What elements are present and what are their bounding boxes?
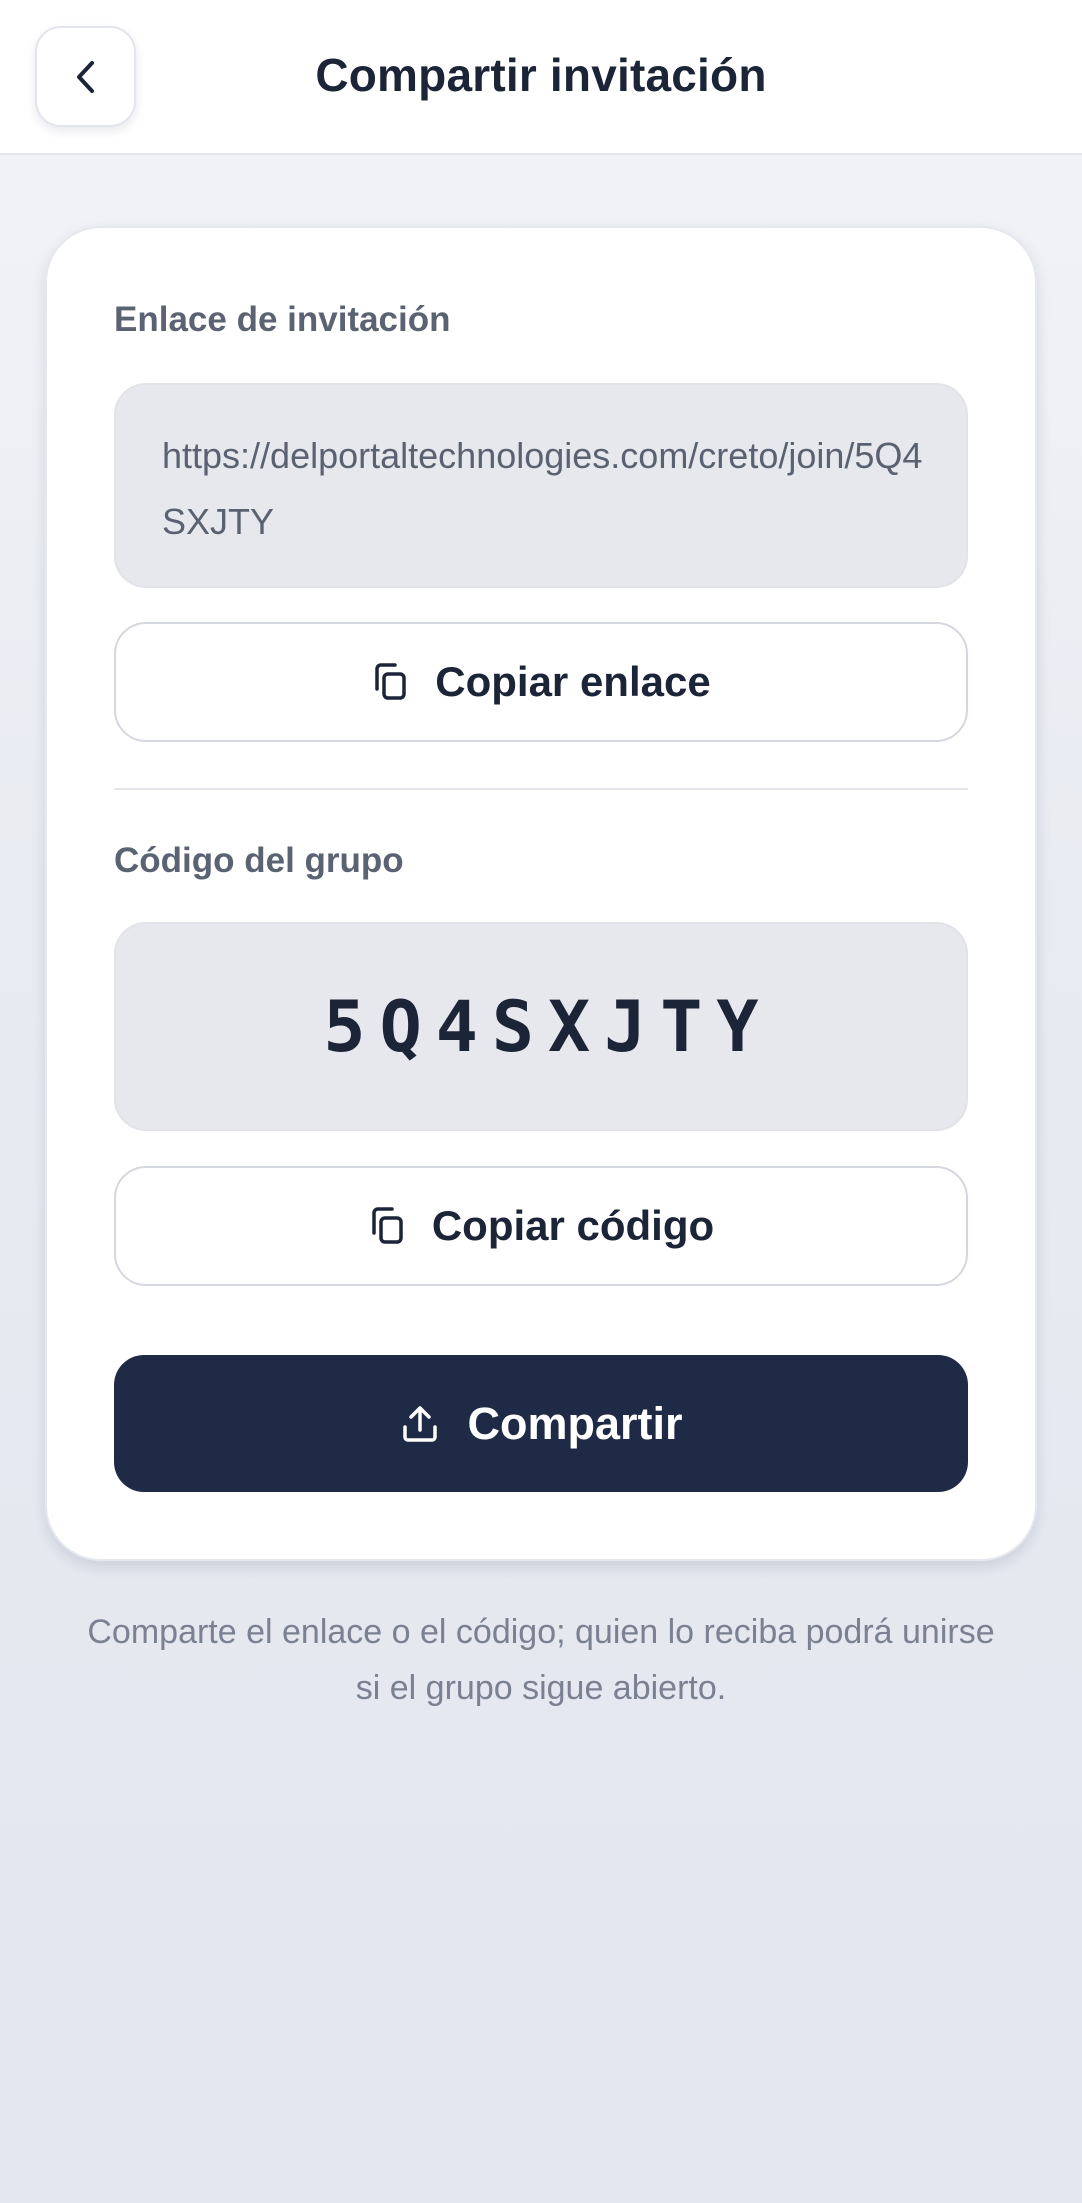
- group-code-field[interactable]: 5Q4SXJTY: [114, 922, 968, 1131]
- app-header: Compartir invitación: [0, 0, 1082, 155]
- copy-link-label: Copiar enlace: [435, 658, 711, 705]
- invite-link-field[interactable]: https://delportaltechnologies.com/creto/…: [114, 383, 968, 588]
- page-title: Compartir invitación: [315, 49, 767, 101]
- copy-icon: [368, 1205, 406, 1247]
- share-button-label: Compartir: [467, 1397, 683, 1449]
- back-button[interactable]: [35, 26, 136, 127]
- group-code-label: Código del grupo: [114, 841, 404, 880]
- invite-link-label: Enlace de invitación: [114, 300, 451, 339]
- group-code-value: 5Q4SXJTY: [323, 985, 773, 1068]
- invite-link-value: https://delportaltechnologies.com/creto/…: [162, 435, 923, 542]
- copy-link-button[interactable]: Copiar enlace: [114, 622, 968, 742]
- chevron-left-icon: [71, 57, 101, 97]
- share-help-text: Comparte el enlace o el código; quien lo…: [87, 1613, 995, 1707]
- share-button[interactable]: Compartir: [114, 1355, 968, 1492]
- section-divider: [114, 788, 968, 790]
- share-upload-icon: [399, 1403, 441, 1445]
- copy-code-label: Copiar código: [431, 1202, 715, 1249]
- copy-icon: [371, 661, 409, 703]
- copy-code-button[interactable]: Copiar código: [114, 1166, 968, 1286]
